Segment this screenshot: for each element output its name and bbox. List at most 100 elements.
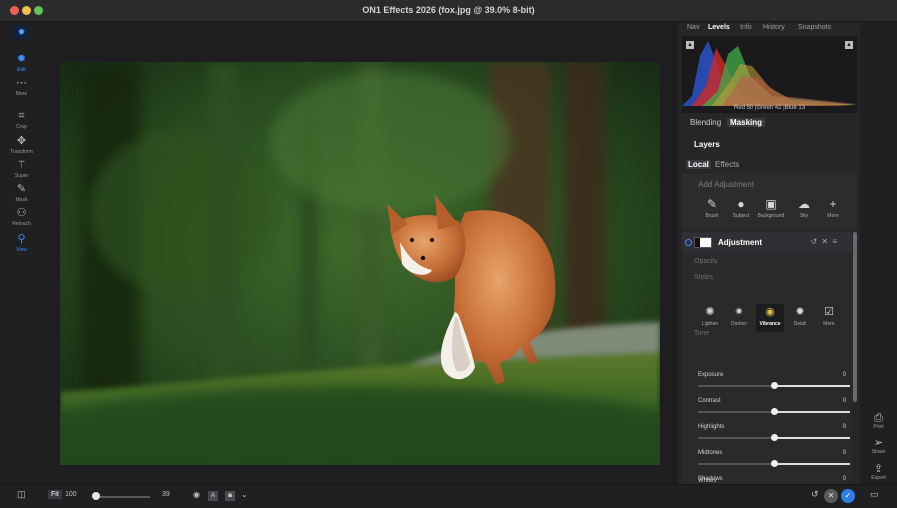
- histogram-graph: [682, 41, 857, 106]
- background-icon: ▣: [765, 197, 777, 211]
- tab-blending[interactable]: Blending: [690, 118, 721, 127]
- share-button[interactable]: ➢ Share: [860, 437, 897, 455]
- slider-fill: [774, 463, 850, 465]
- slider-knob[interactable]: [771, 460, 778, 467]
- image-canvas[interactable]: [43, 22, 678, 484]
- adjustment-controls[interactable]: ↺ ✕ ≡: [810, 237, 838, 246]
- midtones-slider[interactable]: Midtones 0: [698, 450, 850, 476]
- tool-label: View: [16, 247, 27, 253]
- tool-view[interactable]: ⚲ View: [0, 233, 43, 257]
- tab-history[interactable]: History: [763, 24, 785, 31]
- tool-crop[interactable]: ⌗ Crop: [0, 110, 43, 134]
- tool-rail: ✹ ✹ Edit ⋯ More ⌗ Crop ✥ Transform ⚚ Super ✎ Mask ⚇ R…: [0, 22, 43, 484]
- add-adjustment-label: Brush: [705, 213, 719, 219]
- zoom-slider-track[interactable]: [94, 496, 150, 498]
- tab-nav[interactable]: Nav: [687, 24, 699, 31]
- tool-super[interactable]: ⚚ Super: [0, 159, 43, 183]
- tab-masking[interactable]: Masking: [727, 118, 766, 127]
- style-detail-button[interactable]: ✸ Detail: [786, 306, 814, 327]
- mask-view-button[interactable]: ◙: [225, 491, 235, 501]
- browser-toggle-icon[interactable]: ▭: [870, 489, 879, 500]
- cancel-button[interactable]: ✕: [824, 489, 838, 503]
- adjustment-name: Adjustment: [718, 238, 762, 247]
- tab-levels[interactable]: Levels: [708, 24, 730, 31]
- style-vibrance-button[interactable]: ◉ Vibrance: [756, 304, 784, 332]
- highlight-clip-toggle[interactable]: ▲: [845, 41, 853, 49]
- mask-thumbnail[interactable]: [694, 237, 712, 248]
- style-lighten-button[interactable]: ✺ Lighten: [696, 306, 724, 327]
- opacity-label: Opacity: [694, 258, 718, 265]
- title-bar: ON1 Effects 2026 (fox.jpg @ 39.0% 8-bit): [0, 0, 897, 22]
- shadow-clip-toggle[interactable]: ▲: [686, 41, 694, 49]
- slider-label: Midtones: [698, 450, 723, 456]
- add-subject-button[interactable]: ● Subject: [726, 197, 756, 219]
- tool-more[interactable]: ⋯ More: [0, 77, 43, 101]
- tab-local[interactable]: Local: [686, 160, 711, 169]
- plus-icon: +: [829, 197, 837, 211]
- check-box-icon: ☑: [824, 306, 834, 318]
- add-adjustment-label: Subject: [732, 213, 750, 219]
- histogram-readout: Red 50 |Green 42 |Blue 13: [733, 105, 806, 111]
- highlights-slider[interactable]: Highlights 0: [698, 424, 850, 450]
- tool-label: Transform: [10, 149, 33, 155]
- visibility-toggle[interactable]: [685, 239, 692, 246]
- tool-edit[interactable]: ✹ Edit: [0, 53, 43, 77]
- brush-icon: ✎: [16, 183, 27, 195]
- output-label: Export: [871, 475, 886, 481]
- wand-icon: ⚚: [16, 159, 27, 171]
- add-brush-button[interactable]: ✎ Brush: [697, 197, 727, 219]
- style-more-button[interactable]: ☑ More: [815, 306, 843, 327]
- slider-knob[interactable]: [771, 408, 778, 415]
- fit-button[interactable]: Fit: [48, 490, 62, 499]
- style-label: Lighten: [701, 321, 719, 327]
- bottom-bar: ◫ Fit 100 39 ◉ A ◙ ⌄ ↺ ✕ ✓ ▭: [0, 484, 897, 508]
- add-adjustment-label: Background: [757, 213, 785, 219]
- apply-button[interactable]: ✓: [841, 489, 855, 503]
- style-label: More: [823, 321, 835, 327]
- tool-mask[interactable]: ✎ Mask: [0, 183, 43, 207]
- tab-info[interactable]: Info: [740, 24, 752, 31]
- darken-icon: ✷: [734, 306, 744, 318]
- compare-a-button[interactable]: A: [208, 491, 218, 501]
- window-title: ON1 Effects 2026 (fox.jpg @ 39.0% 8-bit): [362, 5, 535, 15]
- tab-effects[interactable]: Effects: [715, 160, 739, 169]
- export-button[interactable]: ⇪ Export: [860, 463, 897, 481]
- add-sky-button[interactable]: ☁ Sky: [789, 197, 819, 219]
- reset-icon[interactable]: ↺: [811, 489, 819, 500]
- add-more-button[interactable]: + More: [818, 197, 848, 219]
- style-label: Darken: [730, 321, 748, 327]
- tool-transform[interactable]: ✥ Transform: [0, 135, 43, 159]
- sky-icon: ☁: [798, 197, 810, 211]
- zoom-value-field[interactable]: 39: [162, 491, 170, 498]
- move-icon: ✥: [16, 135, 27, 147]
- add-adjustment-label: More: [827, 213, 839, 219]
- add-background-button[interactable]: ▣ Background: [756, 197, 786, 219]
- color-wheel-icon: ◉: [765, 306, 775, 318]
- style-label: Vibrance: [759, 321, 781, 327]
- adjustment-layer-panel: Adjustment ↺ ✕ ≡ Opacity Styles ✺ Lighten…: [682, 232, 852, 493]
- slider-knob[interactable]: [771, 434, 778, 441]
- slider-value: 0: [842, 450, 846, 456]
- tool-label: Crop: [16, 124, 27, 130]
- contrast-slider[interactable]: Contrast 0: [698, 398, 850, 424]
- zoom-slider-knob[interactable]: [92, 492, 100, 500]
- tone-label: Tone: [694, 330, 710, 337]
- panel-toggle-icon[interactable]: ◫: [17, 489, 26, 500]
- style-darken-button[interactable]: ✷ Darken: [725, 306, 753, 327]
- detail-icon: ✸: [795, 306, 805, 318]
- exposure-slider[interactable]: Exposure 0: [698, 372, 850, 398]
- tool-retouch[interactable]: ⚇ Retouch: [0, 207, 43, 231]
- print-button[interactable]: ⎙ Print: [860, 412, 897, 430]
- preview-eye-icon[interactable]: ◉: [193, 490, 200, 499]
- chevron-down-icon[interactable]: ⌄: [241, 490, 248, 499]
- add-adjustment-panel: Add Adjustment ✎ Brush ● Subject ▣ Background…: [682, 173, 857, 229]
- adjustment-header[interactable]: Adjustment ↺ ✕ ≡: [682, 232, 852, 252]
- slider-knob[interactable]: [771, 382, 778, 389]
- photo-fox[interactable]: [60, 62, 660, 465]
- tab-snapshots[interactable]: Snapshots: [798, 24, 831, 31]
- slider-label: Highlights: [698, 424, 725, 430]
- slider-label: Exposure: [698, 372, 724, 378]
- slider-fill: [774, 411, 850, 413]
- panel-scrollbar[interactable]: [853, 232, 857, 402]
- zoom-100-button[interactable]: 100: [65, 491, 77, 498]
